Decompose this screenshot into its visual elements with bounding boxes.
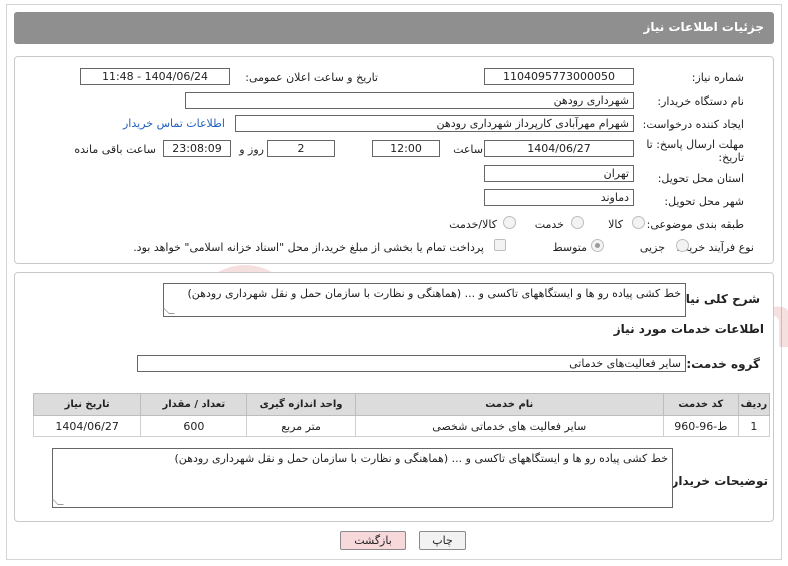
services-table-header: ردیف کد خدمت نام خدمت واحد اندازه گیری ت…	[32, 393, 771, 416]
process-minor-label: جزیی	[639, 241, 665, 254]
page-title: جزئیات اطلاعات نیاز	[643, 20, 764, 34]
buyer-notes-textarea[interactable]: خط کشی پیاده رو ها و ایستگاههای تاکسی و …	[52, 448, 673, 508]
treasury-payment-note: پرداخت تمام یا بخشی از مبلغ خرید،از محل …	[133, 241, 484, 254]
requester-label: ایجاد کننده درخواست:	[642, 118, 744, 131]
col-quantity: تعداد / مقدار	[140, 393, 248, 416]
resize-grip-icon	[163, 308, 175, 314]
province-field: تهران	[484, 165, 634, 182]
remaining-days-field: 2	[267, 140, 335, 157]
need-info-panel	[14, 56, 774, 264]
city-label: شهر محل تحویل:	[664, 195, 744, 208]
deadline-label-line1: مهلت ارسال پاسخ: تا	[646, 138, 744, 151]
buyer-org-label: نام دستگاه خریدار:	[657, 95, 744, 108]
category-goods-radio[interactable]	[632, 216, 645, 229]
city-field: دماوند	[484, 189, 634, 206]
category-service-radio[interactable]	[571, 216, 584, 229]
category-goods-service-radio[interactable]	[503, 216, 516, 229]
announce-label: تاریخ و ساعت اعلان عمومی:	[245, 71, 378, 84]
service-group-label: گروه خدمت:	[686, 357, 760, 371]
need-number-label: شماره نیاز:	[691, 71, 744, 84]
col-row: ردیف	[737, 393, 771, 416]
cell-need-date: 1404/06/27	[32, 415, 142, 437]
deadline-time-field: 12:00	[372, 140, 440, 157]
process-medium-label: متوسط	[552, 241, 587, 254]
remaining-time-label: ساعت باقی مانده	[74, 143, 156, 156]
deadline-label-line2: تاریخ:	[718, 151, 744, 164]
cell-unit: متر مربع	[246, 415, 356, 437]
requester-field: شهرام مهرآبادی کارپرداز شهرداری رودهن	[235, 115, 634, 132]
buyer-contact-link[interactable]: اطلاعات تماس خریدار	[123, 117, 225, 130]
service-group-field: سایر فعالیت‌های خدماتی	[137, 355, 686, 372]
buyer-notes-label: توضیحات خریدار:	[666, 474, 768, 488]
col-service-code: کد خدمت	[662, 393, 739, 416]
description-textarea[interactable]: خط کشی پیاده رو ها و ایستگاههای تاکسی و …	[163, 283, 686, 317]
col-unit: واحد اندازه گیری	[246, 393, 356, 416]
buyer-notes-text: خط کشی پیاده رو ها و ایستگاههای تاکسی و …	[174, 452, 669, 465]
category-label: طبقه بندی موضوعی:	[646, 218, 744, 231]
cell-row: 1	[737, 415, 771, 437]
need-number-field: 1104095773000050	[484, 68, 634, 85]
process-minor-radio[interactable]	[676, 239, 689, 252]
announce-datetime-field: 1404/06/24 - 11:48	[80, 68, 230, 85]
col-service-name: نام خدمت	[354, 393, 664, 416]
services-table: ردیف کد خدمت نام خدمت واحد اندازه گیری ت…	[32, 393, 771, 437]
process-medium-radio[interactable]	[591, 239, 604, 252]
table-row: 1 ط-96-960 سایر فعالیت های خدماتی شخصی م…	[32, 415, 771, 437]
cell-quantity: 600	[140, 415, 248, 437]
cell-service-name: سایر فعالیت های خدماتی شخصی	[354, 415, 664, 437]
cell-service-code: ط-96-960	[662, 415, 739, 437]
resize-grip-icon	[52, 499, 64, 505]
treasury-payment-checkbox[interactable]	[494, 239, 506, 251]
print-button[interactable]: چاپ	[419, 531, 466, 550]
province-label: استان محل تحویل:	[657, 172, 744, 185]
description-label: شرح کلی نیاز:	[674, 292, 760, 306]
days-label: روز و	[239, 143, 264, 156]
deadline-time-label: ساعت	[453, 143, 483, 156]
remaining-time-field: 23:08:09	[163, 140, 231, 157]
description-text: خط کشی پیاده رو ها و ایستگاههای تاکسی و …	[187, 287, 682, 300]
category-goods-label: کالا	[608, 218, 623, 231]
category-goods-service-label: کالا/خدمت	[449, 218, 497, 231]
col-need-date: تاریخ نیاز	[32, 393, 142, 416]
back-button[interactable]: بازگشت	[340, 531, 406, 550]
buyer-org-field: شهرداری رودهن	[185, 92, 634, 109]
category-service-label: خدمت	[534, 218, 564, 231]
services-section-title: اطلاعات خدمات مورد نیاز	[613, 322, 764, 336]
deadline-date-field: 1404/06/27	[484, 140, 634, 157]
header-bar: جزئیات اطلاعات نیاز	[14, 12, 774, 44]
